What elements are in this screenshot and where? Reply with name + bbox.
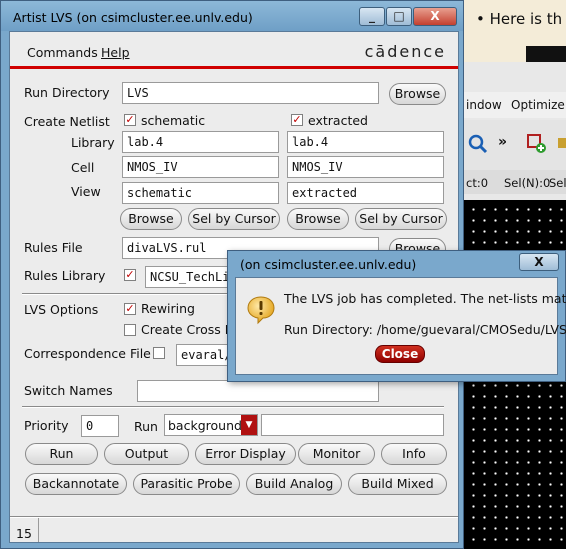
info-button[interactable]: Info (381, 443, 447, 465)
run-mode-extra-field[interactable] (261, 414, 444, 436)
minimize-button[interactable]: _ (359, 7, 385, 26)
library-label: Library (71, 135, 115, 150)
output-button[interactable]: Output (104, 443, 189, 465)
schematic-library-field[interactable]: lab.4 (122, 131, 279, 153)
priority-label: Priority (24, 418, 69, 433)
dialog-message: The LVS job has completed. The net-lists… (284, 291, 566, 306)
status-number: 15 (16, 526, 32, 541)
separator (10, 516, 458, 518)
extracted-checkbox[interactable]: ✓ (291, 114, 303, 126)
status-sel-n: Sel(N):0 (504, 176, 551, 190)
add-instance-icon[interactable] (526, 132, 548, 154)
dialog-close-button[interactable]: Close (375, 345, 425, 363)
correspondence-file-label: Correspondence File (24, 346, 151, 361)
run-mode-label: Run (134, 419, 158, 434)
schematic-checkbox-label: schematic (141, 113, 206, 128)
run-button[interactable]: Run (25, 443, 98, 465)
cadence-logo: cādence (364, 42, 446, 61)
rules-library-label: Rules Library (24, 268, 106, 283)
editor-menu-optimize[interactable]: Optimize (511, 98, 565, 112)
maximize-button[interactable]: □ (386, 7, 412, 26)
backannotate-button[interactable]: Backannotate (25, 473, 127, 495)
schematic-view-field[interactable]: schematic (122, 182, 279, 204)
view-label: View (71, 184, 101, 199)
schematic-sel-by-cursor-button[interactable]: Sel by Cursor (188, 208, 280, 230)
extracted-library-field[interactable]: lab.4 (287, 131, 444, 153)
status-divider (38, 518, 39, 542)
run-directory-field[interactable]: LVS (122, 82, 379, 104)
editor-menubar: indow Optimize (464, 92, 566, 118)
zoom-icon[interactable] (468, 134, 488, 154)
extracted-view-field[interactable]: extracted (287, 182, 444, 204)
extracted-browse-button[interactable]: Browse (287, 208, 349, 230)
lvs-completion-dialog: (on csimcluster.ee.unlv.edu) X The LVS j… (227, 250, 566, 382)
switch-names-field[interactable] (137, 380, 379, 402)
extracted-cell-field[interactable]: NMOS_IV (287, 156, 444, 178)
document-bullet-text: • Here is th (476, 10, 563, 28)
chevron-down-icon: ▼ (241, 415, 257, 435)
editor-toolbar: » (464, 120, 566, 170)
document-dark-strip (526, 46, 566, 62)
tool-icon[interactable] (556, 134, 566, 154)
run-directory-browse-button[interactable]: Browse (389, 83, 446, 105)
schematic-checkbox[interactable]: ✓ (124, 114, 136, 126)
lvs-window-title: Artist LVS (on csimcluster.ee.unlv.edu) (13, 10, 253, 25)
run-mode-value: background (168, 418, 242, 433)
lvs-options-label: LVS Options (24, 302, 99, 317)
cell-label: Cell (71, 160, 95, 175)
warning-icon (247, 296, 275, 325)
create-netlist-label: Create Netlist (24, 114, 110, 129)
priority-field[interactable]: 0 (81, 415, 119, 437)
schematic-cell-field[interactable]: NMOS_IV (122, 156, 279, 178)
separator (22, 406, 444, 408)
close-window-button[interactable]: X (413, 7, 457, 26)
build-analog-button[interactable]: Build Analog (246, 473, 342, 495)
background-document: • Here is th (464, 0, 566, 62)
extracted-checkbox-label: extracted (308, 113, 368, 128)
dialog-title: (on csimcluster.ee.unlv.edu) (240, 257, 417, 272)
editor-menu-window[interactable]: indow (466, 98, 502, 112)
lvs-menubar: Commands Help cādence (10, 32, 458, 69)
create-cross-ref-checkbox[interactable] (124, 324, 136, 336)
correspondence-file-checkbox[interactable] (153, 347, 165, 359)
rewiring-label: Rewiring (141, 301, 195, 316)
monitor-button[interactable]: Monitor (298, 443, 375, 465)
dialog-close-x-button[interactable]: X (519, 253, 559, 271)
dialog-body: The LVS job has completed. The net-lists… (235, 277, 566, 375)
error-display-button[interactable]: Error Display (195, 443, 296, 465)
status-select-count: ct:0 (466, 176, 489, 190)
editor-status-bar: ct:0 Sel(N):0 Sel (464, 170, 566, 194)
menu-commands[interactable]: Commands (27, 45, 98, 60)
status-sel: Sel (549, 176, 566, 190)
create-cross-ref-label: Create Cross R (141, 322, 234, 337)
build-mixed-button[interactable]: Build Mixed (348, 473, 447, 495)
rules-file-label: Rules File (24, 240, 83, 255)
extracted-sel-by-cursor-button[interactable]: Sel by Cursor (355, 208, 447, 230)
menu-help[interactable]: Help (101, 45, 130, 60)
lvs-title-bar[interactable]: Artist LVS (on csimcluster.ee.unlv.edu) … (1, 1, 463, 31)
rules-library-checkbox[interactable]: ✓ (124, 269, 136, 281)
dialog-run-directory: Run Directory: /home/guevaral/CMOSedu/LV… (284, 322, 566, 337)
switch-names-label: Switch Names (24, 383, 113, 398)
run-mode-dropdown[interactable]: background ▼ (164, 414, 258, 436)
parasitic-probe-button[interactable]: Parasitic Probe (133, 473, 240, 495)
schematic-browse-button[interactable]: Browse (120, 208, 182, 230)
run-directory-label: Run Directory (24, 85, 110, 100)
toolbar-overflow-icon[interactable]: » (498, 134, 507, 150)
rewiring-checkbox[interactable]: ✓ (124, 303, 136, 315)
